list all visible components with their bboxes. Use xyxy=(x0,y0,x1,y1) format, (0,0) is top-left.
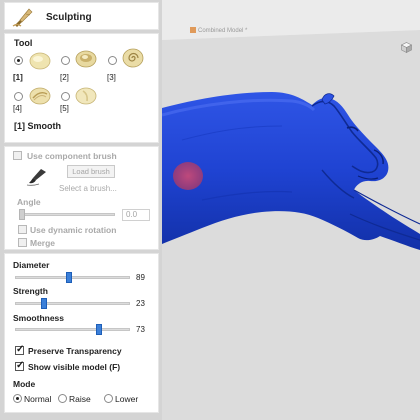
spiral-tool-icon[interactable] xyxy=(122,47,144,69)
mode-lower-label: Lower xyxy=(115,394,139,404)
smudge-tool-icon[interactable] xyxy=(29,84,51,106)
panel-title: Sculpting xyxy=(46,12,92,23)
angle-value-field[interactable]: 0.0 xyxy=(122,209,150,221)
smoothness-label: Smoothness xyxy=(13,313,65,323)
mode-label: Mode xyxy=(13,379,36,389)
smoothness-slider-thumb[interactable] xyxy=(95,324,102,335)
deform-tool-icon[interactable] xyxy=(75,47,97,69)
tool-3-radio[interactable] xyxy=(108,56,117,65)
tool-4-radio[interactable] xyxy=(14,92,23,101)
brush-settings-section: Diameter 89 Strength 23 Smoothness 73 Pr… xyxy=(4,253,159,413)
tool-5-label: [5] xyxy=(60,104,69,113)
strength-slider-thumb[interactable] xyxy=(40,298,47,309)
smoothness-slider[interactable] xyxy=(15,328,130,331)
tool-4-label: [4] xyxy=(13,104,22,113)
strength-slider[interactable] xyxy=(15,302,130,305)
diameter-value: 89 xyxy=(136,273,145,282)
mode-lower-radio[interactable] xyxy=(104,394,113,403)
show-visible-model-label: Show visible model (F) xyxy=(28,362,121,372)
diameter-label: Diameter xyxy=(13,260,50,270)
sculpting-panel: Sculpting Tool [1] [2] [3] [4] [5] [1] S… xyxy=(0,0,162,420)
tool-section-title: Tool xyxy=(14,38,33,48)
load-brush-button[interactable]: Load brush xyxy=(67,165,115,178)
erase-tool-icon[interactable] xyxy=(75,84,97,106)
use-component-brush-checkbox[interactable] xyxy=(13,151,22,160)
mode-raise-label: Raise xyxy=(69,394,91,404)
tool-5-radio[interactable] xyxy=(61,92,70,101)
dynamic-rotation-label: Use dynamic rotation xyxy=(30,225,117,235)
angle-label: Angle xyxy=(17,197,41,207)
3d-viewport[interactable]: Combined Model * xyxy=(162,0,420,420)
panther-model[interactable] xyxy=(162,0,420,420)
smooth-tool-icon[interactable] xyxy=(29,49,51,71)
preserve-transparency-label: Preserve Transparency xyxy=(28,346,122,356)
diameter-slider-thumb[interactable] xyxy=(66,272,73,283)
dynamic-rotation-checkbox[interactable] xyxy=(18,225,27,234)
merge-label: Merge xyxy=(30,238,56,248)
mode-raise-radio[interactable] xyxy=(58,394,67,403)
brush-cursor xyxy=(173,162,203,190)
show-visible-model-checkbox[interactable] xyxy=(15,360,24,371)
panel-header: Sculpting xyxy=(4,2,159,30)
tool-3-label: [3] xyxy=(107,73,116,82)
mode-normal-label: Normal xyxy=(24,394,52,404)
preserve-transparency-checkbox[interactable] xyxy=(15,344,24,355)
current-tool-name: [1] Smooth xyxy=(14,121,61,131)
mode-normal-radio[interactable] xyxy=(13,394,22,403)
strength-label: Strength xyxy=(13,286,48,296)
diameter-slider[interactable] xyxy=(15,276,130,279)
merge-checkbox[interactable] xyxy=(18,238,27,247)
tool-1-radio[interactable] xyxy=(14,56,23,65)
tool-section: Tool [1] [2] [3] [4] [5] [1] Smooth xyxy=(4,33,159,143)
tool-2-label: [2] xyxy=(60,73,69,82)
select-brush-hint: Select a brush... xyxy=(59,184,117,193)
angle-slider[interactable] xyxy=(19,213,115,216)
component-brush-section: Use component brush Load brush Select a … xyxy=(4,146,159,250)
smoothness-value: 73 xyxy=(136,325,145,334)
sculpt-brush-icon xyxy=(12,8,33,27)
angle-slider-thumb[interactable] xyxy=(19,209,25,220)
paint-brush-icon xyxy=(26,169,46,186)
strength-value: 23 xyxy=(136,299,145,308)
tool-2-radio[interactable] xyxy=(61,56,70,65)
tool-1-label: [1] xyxy=(13,73,23,82)
use-component-brush-label: Use component brush xyxy=(27,151,117,161)
